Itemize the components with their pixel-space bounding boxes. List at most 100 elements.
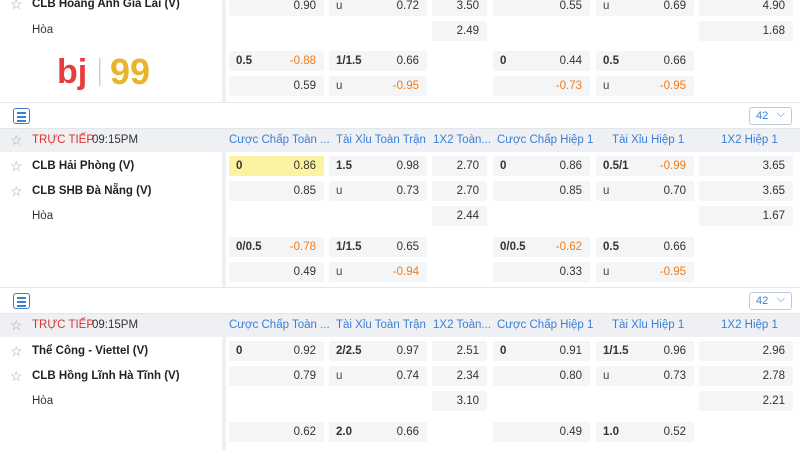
- odds-cell[interactable]: 2.0 0.66: [329, 422, 427, 442]
- col-handicap-h1[interactable]: Cược Chấp Hiệp 1: [497, 319, 593, 331]
- odds-cell[interactable]: 0.49: [229, 262, 324, 282]
- odds-cell[interactable]: 1/1.5 0.96: [596, 341, 694, 361]
- col-ou-full[interactable]: Tài Xỉu Toàn Trận: [336, 319, 426, 331]
- odds-cell[interactable]: 1.67: [699, 206, 793, 226]
- team-row[interactable]: ☆ Thể Công - Viettel (V): [0, 339, 222, 364]
- odds-line: u: [603, 80, 610, 92]
- odds-price: 3.10: [456, 395, 479, 407]
- odds-cell[interactable]: 0.33: [493, 262, 590, 282]
- odds-cell[interactable]: 2.78: [699, 366, 793, 386]
- odds-cell[interactable]: 0.85: [229, 181, 324, 201]
- favorite-star-icon[interactable]: ☆: [10, 317, 23, 334]
- odds-cell[interactable]: 3.65: [699, 156, 793, 176]
- odds-cell[interactable]: u -0.94: [329, 262, 427, 282]
- odds-cell[interactable]: 2/2.5 0.97: [329, 341, 427, 361]
- odds-cell[interactable]: -0.73: [493, 76, 590, 96]
- favorite-star-icon[interactable]: ☆: [10, 368, 23, 385]
- team-row[interactable]: ☆ CLB Hải Phòng (V): [0, 154, 222, 179]
- odds-price: 0.73: [663, 370, 686, 382]
- odds-cell[interactable]: 0 0.44: [493, 51, 590, 71]
- odds-cell[interactable]: 0.85: [493, 181, 590, 201]
- col-handicap-full[interactable]: Cược Chấp Toàn ...: [229, 134, 330, 146]
- odds-cell[interactable]: 0.90: [229, 0, 324, 16]
- odds-cell[interactable]: 1.0 0.52: [596, 422, 694, 442]
- team-row[interactable]: ☆ CLB Hồng Lĩnh Hà Tĩnh (V): [0, 364, 222, 389]
- team-name: CLB SHB Đà Nẵng (V): [32, 185, 152, 197]
- stats-icon[interactable]: [13, 108, 30, 124]
- odds-cell[interactable]: u -0.95: [596, 76, 694, 96]
- odds-price: -0.94: [392, 266, 419, 278]
- odds-cell[interactable]: 1/1.5 0.66: [329, 51, 427, 71]
- odds-cell[interactable]: 3.10: [432, 391, 487, 411]
- odds-cell[interactable]: 0.5 -0.88: [229, 51, 324, 71]
- odds-cell[interactable]: u -0.95: [329, 76, 427, 96]
- col-1x2-full[interactable]: 1X2 Toàn...: [433, 134, 491, 146]
- odds-price: 0.91: [559, 345, 582, 357]
- odds-cell[interactable]: 0.49: [493, 422, 590, 442]
- team-row[interactable]: ☆ CLB SHB Đà Nẵng (V): [0, 179, 222, 204]
- odds-cell[interactable]: u 0.72: [329, 0, 427, 16]
- odds-cell[interactable]: 3.65: [699, 181, 793, 201]
- odds-cell[interactable]: 1.68: [699, 21, 793, 41]
- col-handicap-full[interactable]: Cược Chấp Toàn ...: [229, 319, 330, 331]
- odds-cell[interactable]: 0/0.5 -0.78: [229, 237, 324, 257]
- odds-line: 1/1.5: [336, 55, 362, 67]
- odds-cell[interactable]: u 0.69: [596, 0, 694, 16]
- odds-cell[interactable]: 4.90: [699, 0, 793, 16]
- odds-price: 0.72: [396, 0, 419, 12]
- odds-cell[interactable]: u 0.74: [329, 366, 427, 386]
- odds-line: 0.5: [603, 55, 619, 67]
- odds-cell[interactable]: 0.79: [229, 366, 324, 386]
- markets-count-select[interactable]: 42 ⌵: [749, 107, 792, 125]
- odds-price: -0.78: [289, 241, 316, 253]
- odds-cell[interactable]: 0.59: [229, 76, 324, 96]
- odds-cell[interactable]: u -0.95: [596, 262, 694, 282]
- odds-cell[interactable]: 2.51: [432, 341, 487, 361]
- odds-cell[interactable]: 0 0.92: [229, 341, 324, 361]
- odds-cell[interactable]: 0.80: [493, 366, 590, 386]
- team-row[interactable]: ☆ CLB Hoàng Anh Gia Lai (V): [0, 0, 222, 17]
- odds-cell[interactable]: 0/0.5 -0.62: [493, 237, 590, 257]
- odds-cell[interactable]: 0 0.86: [493, 156, 590, 176]
- odds-cell[interactable]: 0.5/1 -0.99: [596, 156, 694, 176]
- col-1x2-h1[interactable]: 1X2 Hiệp 1: [721, 319, 778, 331]
- odds-cell[interactable]: 0.62: [229, 422, 324, 442]
- favorite-star-icon[interactable]: ☆: [10, 343, 23, 360]
- odds-cell[interactable]: 2.44: [432, 206, 487, 226]
- draw-row: Hòa: [0, 204, 222, 229]
- chevron-down-icon: ⌵: [776, 293, 785, 305]
- odds-price: 0.62: [293, 426, 316, 438]
- odds-cell[interactable]: 0 0.91: [493, 341, 590, 361]
- favorite-star-icon[interactable]: ☆: [10, 0, 23, 13]
- col-ou-h1[interactable]: Tài Xỉu Hiệp 1: [612, 134, 684, 146]
- odds-cell[interactable]: 0.5 0.66: [596, 237, 694, 257]
- col-1x2-full[interactable]: 1X2 Toàn...: [433, 319, 491, 331]
- odds-cell[interactable]: u 0.73: [596, 366, 694, 386]
- odds-price: 0.55: [559, 0, 582, 12]
- odds-cell[interactable]: 2.96: [699, 341, 793, 361]
- odds-cell[interactable]: 2.49: [432, 21, 487, 41]
- col-handicap-h1[interactable]: Cược Chấp Hiệp 1: [497, 134, 593, 146]
- odds-cell[interactable]: 2.70: [432, 156, 487, 176]
- odds-cell[interactable]: u 0.73: [329, 181, 427, 201]
- odds-cell[interactable]: u 0.70: [596, 181, 694, 201]
- odds-cell[interactable]: 2.70: [432, 181, 487, 201]
- stats-icon[interactable]: [13, 293, 30, 309]
- odds-cell[interactable]: 0.5 0.66: [596, 51, 694, 71]
- favorite-star-icon[interactable]: ☆: [10, 158, 23, 175]
- odds-cell[interactable]: 0.55: [493, 0, 590, 16]
- favorite-star-icon[interactable]: ☆: [10, 132, 23, 149]
- col-1x2-h1[interactable]: 1X2 Hiệp 1: [721, 134, 778, 146]
- odds-cell[interactable]: 3.50: [432, 0, 487, 16]
- odds-cell[interactable]: 0 0.86: [229, 156, 324, 176]
- col-ou-h1[interactable]: Tài Xỉu Hiệp 1: [612, 319, 684, 331]
- odds-cell[interactable]: 1.5 0.98: [329, 156, 427, 176]
- odds-cell[interactable]: 1/1.5 0.65: [329, 237, 427, 257]
- col-ou-full[interactable]: Tài Xỉu Toàn Trận: [336, 134, 426, 146]
- odds-cell[interactable]: 2.21: [699, 391, 793, 411]
- draw-row: Hòa: [0, 389, 222, 414]
- markets-count-select[interactable]: 42 ⌵: [749, 292, 792, 310]
- odds-cell[interactable]: 2.34: [432, 366, 487, 386]
- live-label: TRỰC TIẾP: [32, 134, 95, 146]
- favorite-star-icon[interactable]: ☆: [10, 183, 23, 200]
